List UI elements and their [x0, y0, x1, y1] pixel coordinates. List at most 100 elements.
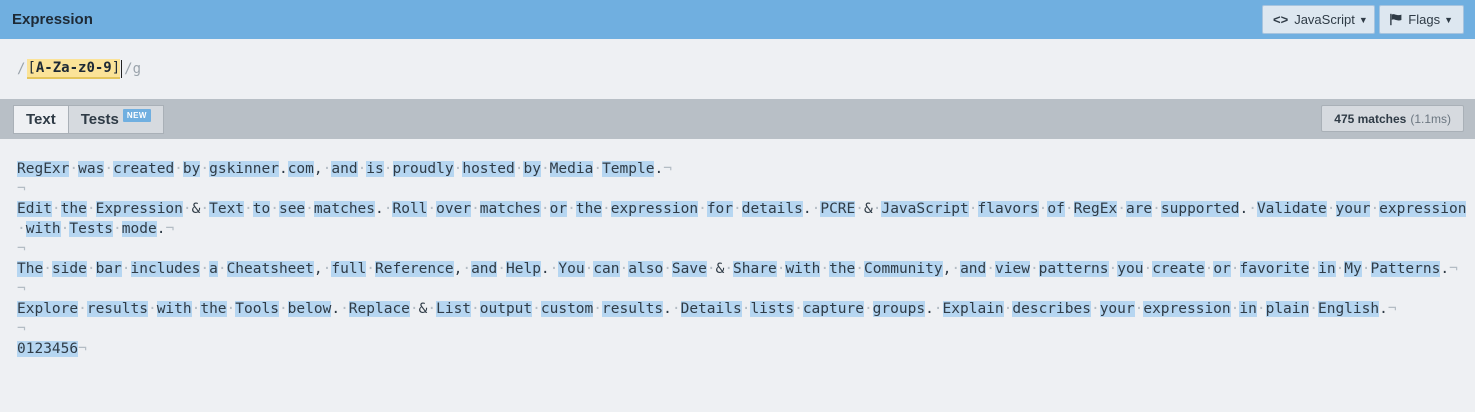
space-marker: ·	[1335, 261, 1345, 277]
space-marker: ·	[733, 201, 742, 217]
match-highlight: is	[366, 161, 384, 177]
match-highlight: a	[209, 261, 218, 277]
text-line: ¬	[17, 239, 1467, 259]
match-highlight: Tools	[235, 301, 279, 317]
match-highlight: expression	[1143, 301, 1231, 317]
match-count: 475 matches	[1334, 111, 1407, 126]
space-marker: ·	[540, 201, 550, 217]
match-highlight: Explore	[17, 301, 79, 317]
newline-marker: ¬	[78, 341, 87, 357]
match-highlight: Expression	[95, 201, 183, 217]
expression-input[interactable]: [A-Za-z0-9]	[27, 59, 123, 79]
match-highlight: with	[785, 261, 821, 277]
flag-icon	[1390, 13, 1402, 26]
match-highlight: of	[1047, 201, 1065, 217]
match-highlight: The	[17, 261, 44, 277]
text-line: Explore·results·with·the·Tools·below.·Re…	[17, 301, 1397, 317]
space-marker: ·	[217, 261, 227, 277]
match-highlight: your	[1099, 301, 1135, 317]
space-marker: ·	[1361, 261, 1371, 277]
match-highlight: results	[86, 301, 148, 317]
match-highlight: for	[706, 201, 734, 217]
space-marker: ·	[78, 301, 87, 317]
match-highlight: Validate	[1256, 201, 1327, 217]
match-highlight: see	[278, 201, 306, 217]
space-marker: ·	[593, 301, 603, 317]
match-highlight: created	[113, 161, 175, 177]
match-highlight: Save	[671, 261, 707, 277]
tab-text[interactable]: Text	[13, 104, 69, 134]
match-highlight: in	[1239, 301, 1257, 317]
tab-tests[interactable]: Tests NEW	[68, 104, 164, 134]
match-highlight: Cheatsheet	[226, 261, 314, 277]
space-marker: ·	[863, 301, 873, 317]
flags-label: Flags	[1408, 12, 1441, 27]
flavor-button[interactable]: <> JavaScript ▼	[1262, 5, 1375, 34]
match-highlight: proudly	[392, 161, 454, 177]
space-marker: ·	[497, 261, 506, 277]
match-highlight: You	[558, 261, 585, 277]
match-highlight: gskinner	[209, 161, 279, 177]
space-marker: ·	[113, 221, 122, 237]
match-highlight: com	[287, 161, 314, 177]
match-highlight: JavaScript	[881, 201, 969, 217]
space-marker: ·	[567, 201, 576, 217]
match-highlight: PCRE	[820, 201, 856, 217]
text-tabbar: Text Tests NEW 475 matches (1.1ms)	[0, 99, 1475, 139]
match-status: 475 matches (1.1ms)	[1321, 105, 1464, 132]
space-marker: ·	[86, 261, 96, 277]
space-marker: ·	[540, 161, 550, 177]
match-highlight: Media	[549, 161, 594, 177]
flags-button[interactable]: Flags ▼	[1379, 5, 1464, 34]
match-highlight: includes	[130, 261, 201, 277]
match-highlight: with	[25, 221, 61, 237]
space-marker: ·	[104, 161, 114, 177]
match-highlight: the	[575, 201, 603, 217]
match-highlight: Tests	[69, 221, 114, 237]
space-marker: ·	[951, 261, 961, 277]
space-marker: ·	[270, 201, 279, 217]
space-marker: ·	[1248, 201, 1257, 217]
space-marker: ·	[1090, 301, 1100, 317]
space-marker: ·	[427, 301, 437, 317]
match-highlight: and	[471, 261, 498, 277]
space-marker: ·	[1143, 261, 1153, 277]
match-highlight: the	[829, 261, 856, 277]
space-marker: ·	[357, 161, 367, 177]
space-marker: ·	[51, 201, 61, 217]
expression-editor[interactable]: / [A-Za-z0-9] / g	[0, 39, 1475, 99]
space-marker: ·	[471, 201, 480, 217]
text-line: Edit·the·Expression·&·Text·to·see·matche…	[17, 201, 1467, 237]
match-highlight: with	[156, 301, 192, 317]
space-marker: ·	[1370, 201, 1380, 217]
match-highlight: the	[200, 301, 227, 317]
match-highlight: are	[1125, 201, 1153, 217]
newline-marker: ¬	[663, 161, 672, 177]
match-highlight: capture	[802, 301, 864, 317]
space-marker: ·	[602, 201, 611, 217]
set-pattern: A-Za-z0-9	[35, 60, 112, 76]
match-highlight: lists	[750, 301, 795, 317]
space-marker: ·	[986, 261, 996, 277]
match-highlight: plain	[1265, 301, 1310, 317]
match-highlight: by	[523, 161, 541, 177]
space-marker: ·	[200, 201, 210, 217]
match-highlight: the	[60, 201, 87, 217]
text-cursor	[121, 60, 123, 78]
match-highlight: List	[436, 301, 472, 317]
space-marker: ·	[1117, 201, 1126, 217]
match-highlight: your	[1335, 201, 1371, 217]
match-highlight: details	[741, 201, 803, 217]
match-highlight: RegEx	[1073, 201, 1118, 217]
space-marker: ·	[724, 261, 734, 277]
match-highlight: 0123456	[17, 341, 79, 357]
text-editor[interactable]: RegExr·was·created·by·gskinner.com,·and·…	[17, 159, 1467, 409]
space-marker: ·	[121, 261, 131, 277]
space-marker: ·	[244, 201, 253, 217]
match-highlight: also	[628, 261, 664, 277]
set-open-bracket: [	[27, 60, 36, 76]
space-marker: ·	[1230, 261, 1240, 277]
match-highlight: or	[549, 201, 568, 217]
match-highlight: and	[331, 161, 358, 177]
newline-marker: ¬	[1449, 261, 1458, 277]
